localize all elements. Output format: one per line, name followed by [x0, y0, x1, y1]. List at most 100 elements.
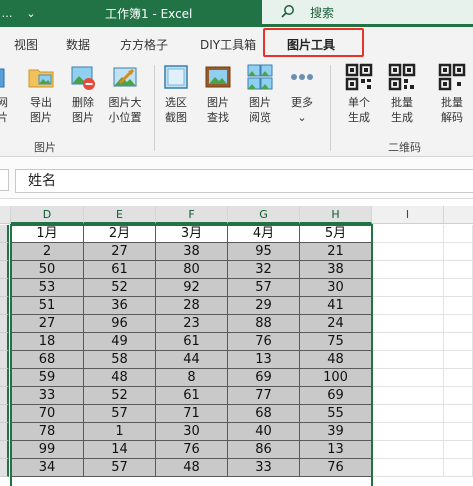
row-header[interactable]	[0, 351, 9, 369]
table-cell[interactable]: 77	[228, 387, 300, 405]
export-images-button[interactable]: 导出 图片	[19, 63, 63, 125]
row-header[interactable]	[0, 297, 9, 315]
table-cell[interactable]: 99	[11, 441, 84, 459]
table-cell[interactable]: 76	[300, 459, 372, 477]
table-cell[interactable]: 49	[84, 333, 156, 351]
table-cell[interactable]: 13	[228, 351, 300, 369]
table-cell[interactable]: 30	[300, 279, 372, 297]
table-cell[interactable]: 50	[11, 261, 84, 279]
table-cell[interactable]: 96	[84, 315, 156, 333]
empty-cell[interactable]	[372, 441, 444, 459]
qr-batch-decode-button[interactable]: 批量 解码	[430, 63, 473, 125]
table-cell[interactable]: 48	[84, 369, 156, 387]
qr-batch-generate-button[interactable]: 批量 生成	[380, 63, 424, 125]
empty-cell[interactable]	[372, 369, 444, 387]
empty-cell[interactable]	[372, 387, 444, 405]
table-cell[interactable]: 38	[300, 261, 372, 279]
table-cell[interactable]: 57	[84, 405, 156, 423]
table-cell[interactable]: 52	[84, 387, 156, 405]
table-cell[interactable]: 27	[84, 243, 156, 261]
qr-single-generate-button[interactable]: 单个 生成	[337, 63, 381, 125]
empty-cell[interactable]	[372, 243, 444, 261]
table-cell[interactable]: 51	[11, 297, 84, 315]
row-header[interactable]	[0, 279, 9, 297]
empty-cell[interactable]	[444, 369, 473, 387]
table-header-cell[interactable]: 1月	[11, 225, 84, 243]
image-browse-button[interactable]: 图片 阅览	[238, 63, 282, 125]
table-cell[interactable]: 40	[228, 423, 300, 441]
select-all-corner[interactable]	[0, 206, 11, 224]
row-header[interactable]	[0, 441, 9, 459]
table-cell[interactable]: 92	[156, 279, 228, 297]
table-cell[interactable]: 2	[11, 243, 84, 261]
row-header[interactable]	[0, 369, 9, 387]
empty-cell[interactable]	[372, 423, 444, 441]
row-header[interactable]	[0, 315, 9, 333]
table-cell[interactable]: 68	[228, 405, 300, 423]
table-cell[interactable]: 88	[228, 315, 300, 333]
quick-access-overflow-icon[interactable]: …	[0, 7, 14, 20]
search-box[interactable]: 搜索	[262, 0, 473, 24]
table-cell[interactable]: 13	[300, 441, 372, 459]
column-header-e[interactable]: E	[84, 206, 156, 224]
column-header-i[interactable]: I	[372, 206, 444, 224]
table-cell[interactable]: 29	[228, 297, 300, 315]
selection-screenshot-button[interactable]: 选区 截图	[154, 63, 198, 125]
table-cell[interactable]: 33	[228, 459, 300, 477]
table-cell[interactable]: 52	[84, 279, 156, 297]
table-header-cell[interactable]: 3月	[156, 225, 228, 243]
row-header[interactable]	[0, 225, 9, 243]
column-header-d[interactable]: D	[11, 206, 84, 224]
tab-fangfang-grid[interactable]: 方方格子	[120, 36, 168, 53]
image-find-button[interactable]: 图片 查找	[196, 63, 240, 125]
column-header-j[interactable]	[444, 206, 473, 224]
empty-cell[interactable]	[444, 315, 473, 333]
column-header-f[interactable]: F	[156, 206, 228, 224]
tab-data[interactable]: 数据	[66, 36, 90, 53]
table-cell[interactable]: 78	[11, 423, 84, 441]
empty-cell[interactable]	[372, 279, 444, 297]
empty-cell[interactable]	[444, 261, 473, 279]
image-size-position-button[interactable]: 图片大 小位置	[102, 63, 148, 125]
empty-cell[interactable]	[444, 225, 473, 243]
table-cell[interactable]: 55	[300, 405, 372, 423]
row-header[interactable]	[0, 243, 9, 261]
empty-cell[interactable]	[444, 441, 473, 459]
row-header[interactable]	[0, 405, 9, 423]
empty-cell[interactable]	[372, 225, 444, 243]
tab-view[interactable]: 视图	[14, 36, 38, 53]
name-box[interactable]	[0, 169, 9, 191]
empty-cell[interactable]	[444, 297, 473, 315]
more-button[interactable]: 更多 ⌄	[280, 63, 324, 125]
table-cell[interactable]: 75	[300, 333, 372, 351]
row-header[interactable]	[0, 333, 9, 351]
table-cell[interactable]: 86	[228, 441, 300, 459]
table-cell[interactable]: 80	[156, 261, 228, 279]
empty-cell[interactable]	[444, 243, 473, 261]
row-header[interactable]	[0, 423, 9, 441]
table-cell[interactable]: 36	[84, 297, 156, 315]
empty-cell[interactable]	[444, 279, 473, 297]
table-cell[interactable]: 28	[156, 297, 228, 315]
table-cell[interactable]: 69	[300, 387, 372, 405]
row-header[interactable]	[0, 387, 9, 405]
table-cell[interactable]: 48	[300, 351, 372, 369]
table-cell[interactable]: 48	[156, 459, 228, 477]
table-cell[interactable]: 24	[300, 315, 372, 333]
table-cell[interactable]: 70	[11, 405, 84, 423]
table-cell[interactable]: 68	[11, 351, 84, 369]
table-cell[interactable]: 39	[300, 423, 372, 441]
worksheet-grid[interactable]: D E F G H I 1月 2月 3月 4月 5月 2 27 38 95 21 50 61 80 32 3…	[0, 206, 473, 486]
tab-diy-toolbox[interactable]: DIY工具箱	[200, 36, 256, 53]
table-cell[interactable]: 100	[300, 369, 372, 387]
empty-cell[interactable]	[372, 405, 444, 423]
empty-cell[interactable]	[372, 351, 444, 369]
table-header-cell[interactable]: 2月	[84, 225, 156, 243]
empty-cell[interactable]	[444, 423, 473, 441]
empty-cell[interactable]	[372, 459, 444, 477]
table-cell[interactable]: 34	[11, 459, 84, 477]
table-cell[interactable]: 32	[228, 261, 300, 279]
table-cell[interactable]: 71	[156, 405, 228, 423]
table-cell[interactable]: 14	[84, 441, 156, 459]
table-cell[interactable]: 41	[300, 297, 372, 315]
